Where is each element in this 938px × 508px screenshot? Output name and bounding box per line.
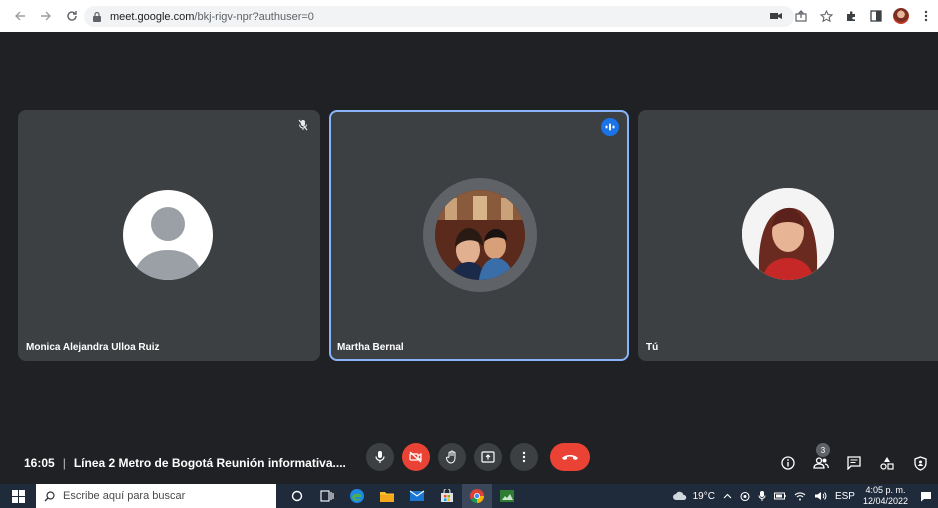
host-controls-button[interactable]	[910, 453, 930, 473]
chrome-icon[interactable]	[462, 484, 492, 508]
windows-logo-icon	[11, 489, 25, 503]
chat-button[interactable]	[844, 453, 864, 473]
camera-in-use-icon[interactable]	[766, 6, 786, 26]
lock-icon[interactable]	[92, 11, 102, 23]
meet-stage: Monica Alejandra Ulloa Ruiz Martha Berna…	[0, 32, 938, 484]
participants-count-badge: 3	[816, 443, 830, 457]
system-tray: 19°C ESP 4:05 p. m. 12/04/2022	[668, 484, 938, 508]
reload-icon[interactable]	[62, 6, 82, 26]
task-view-icon[interactable]	[312, 484, 342, 508]
taskbar-clock[interactable]: 4:05 p. m. 12/04/2022	[863, 485, 908, 507]
cortana-icon[interactable]	[282, 484, 312, 508]
mic-icon	[375, 451, 385, 463]
leave-call-button[interactable]	[550, 443, 590, 471]
meeting-toolbar: 16:05 | Línea 2 Metro de Bogotá Reunión …	[0, 442, 938, 484]
chevron-up-icon[interactable]	[723, 493, 732, 499]
volume-icon[interactable]	[814, 491, 827, 501]
people-button[interactable]: 3	[811, 443, 831, 473]
file-explorer-icon[interactable]	[372, 484, 402, 508]
clock-time: 4:05 p. m.	[865, 485, 906, 495]
edge-icon[interactable]	[342, 484, 372, 508]
activities-button[interactable]	[877, 453, 897, 473]
meeting-time: 16:05	[24, 456, 55, 470]
cloud-icon	[672, 491, 686, 500]
mic-muted-icon	[294, 116, 312, 134]
back-icon[interactable]	[10, 6, 30, 26]
hand-icon	[446, 450, 456, 464]
mail-icon[interactable]	[402, 484, 432, 508]
store-icon[interactable]	[432, 484, 462, 508]
windows-taskbar: Escribe aquí para buscar 19°C ESP 4:05 p…	[0, 484, 938, 508]
participant-name: Tú	[646, 342, 659, 353]
more-options-button[interactable]	[510, 443, 538, 471]
camera-off-button[interactable]	[402, 443, 430, 471]
meeting-separator: |	[62, 456, 66, 470]
participant-tile-self[interactable]: Tú	[638, 110, 938, 361]
activities-icon	[880, 457, 894, 470]
start-button[interactable]	[0, 484, 36, 508]
profile-photo	[893, 8, 909, 24]
taskbar-search[interactable]: Escribe aquí para buscar	[36, 484, 276, 508]
screen: meet.google.com/bkj-rigv-npr?authuser=0	[0, 0, 938, 508]
notification-icon[interactable]	[920, 491, 932, 502]
shield-icon	[913, 455, 927, 471]
side-controls: 3	[778, 442, 938, 484]
extensions-icon[interactable]	[841, 6, 861, 26]
menu-icon[interactable]	[916, 6, 936, 26]
battery-icon[interactable]	[773, 492, 786, 500]
present-button[interactable]	[474, 443, 502, 471]
browser-actions	[761, 0, 938, 32]
weather-temp: 19°C	[692, 490, 715, 502]
address-bar[interactable]: meet.google.com/bkj-rigv-npr?authuser=0	[84, 6, 794, 27]
mic-button[interactable]	[366, 443, 394, 471]
camera-off-icon	[409, 451, 422, 463]
hangup-icon	[562, 455, 578, 460]
participant-photo	[435, 190, 525, 280]
chat-icon	[847, 456, 861, 470]
photos-app-icon[interactable]	[492, 484, 522, 508]
more-vert-icon	[522, 451, 526, 463]
share-icon[interactable]	[791, 6, 811, 26]
people-icon	[813, 457, 829, 469]
self-photo	[742, 188, 834, 280]
present-icon	[481, 451, 495, 463]
participant-name: Martha Bernal	[337, 342, 404, 353]
clock-date: 12/04/2022	[862, 496, 908, 506]
default-avatar-icon	[123, 190, 213, 280]
weather-widget[interactable]: 19°C	[672, 491, 715, 502]
wifi-icon[interactable]	[794, 491, 806, 501]
speaking-indicator-icon	[601, 118, 619, 136]
call-controls	[366, 443, 598, 471]
mic-tray-icon[interactable]	[758, 490, 766, 502]
language-indicator[interactable]: ESP	[835, 491, 855, 502]
info-icon	[781, 456, 795, 470]
sidepanel-icon[interactable]	[866, 6, 886, 26]
participant-tile-monica[interactable]: Monica Alejandra Ulloa Ruiz	[18, 110, 320, 361]
info-button[interactable]	[778, 453, 798, 473]
browser-toolbar: meet.google.com/bkj-rigv-npr?authuser=0	[0, 0, 938, 32]
participant-tile-martha[interactable]: Martha Bernal	[329, 110, 629, 361]
url-text: meet.google.com/bkj-rigv-npr?authuser=0	[110, 11, 314, 23]
participant-name: Monica Alejandra Ulloa Ruiz	[26, 342, 160, 353]
url-host: meet.google.com	[110, 10, 195, 23]
app-tray-icon[interactable]	[740, 491, 750, 502]
profile-avatar[interactable]	[891, 6, 911, 26]
search-icon	[44, 490, 55, 501]
meeting-title: Línea 2 Metro de Bogotá Reunión informat…	[73, 456, 346, 470]
meeting-info: 16:05 | Línea 2 Metro de Bogotá Reunión …	[24, 442, 346, 484]
star-icon[interactable]	[816, 6, 836, 26]
search-placeholder: Escribe aquí para buscar	[63, 490, 186, 502]
raise-hand-button[interactable]	[438, 443, 466, 471]
forward-icon[interactable]	[36, 6, 56, 26]
url-path: /bkj-rigv-npr?authuser=0	[194, 10, 314, 23]
